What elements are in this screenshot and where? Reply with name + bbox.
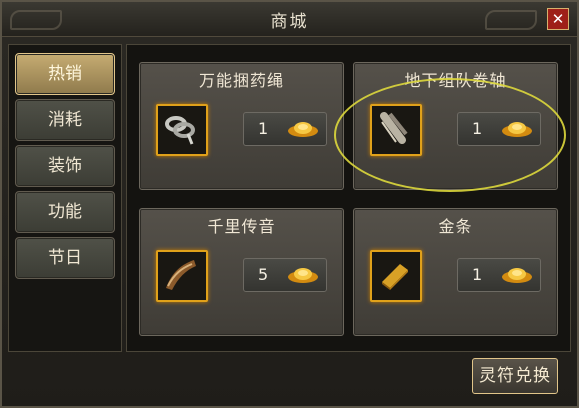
- gold-ingot-icon: [288, 268, 318, 283]
- price-value: 1: [472, 265, 483, 284]
- close-icon: ✕: [551, 10, 565, 28]
- horn-icon: [166, 260, 196, 290]
- item-name: 金条: [438, 217, 473, 236]
- item-card-rope[interactable]: 万能捆药绳 1: [139, 62, 344, 190]
- item-name: 地下组队卷轴: [404, 71, 507, 90]
- item-grid: 万能捆药绳 1 地下组队卷轴 1 千里传音 5 金条 1: [126, 44, 571, 352]
- shop-window: 商城 ✕ 热销 消耗 装饰 功能 节日 万能捆药绳 1 地下组队卷轴 1 千里传…: [0, 0, 579, 408]
- category-sidebar: 热销 消耗 装饰 功能 节日: [8, 44, 122, 352]
- gold-ingot-icon: [288, 122, 318, 137]
- price-value: 5: [258, 265, 269, 284]
- price-button[interactable]: 5: [243, 258, 327, 292]
- tab-decorations[interactable]: 装饰: [15, 145, 115, 187]
- tab-functions[interactable]: 功能: [15, 191, 115, 233]
- price-button[interactable]: 1: [243, 112, 327, 146]
- item-name: 万能捆药绳: [198, 71, 284, 90]
- gold-ingot-icon: [502, 268, 532, 283]
- title-bar: 商城 ✕: [2, 2, 577, 37]
- window-title: 商城: [270, 12, 309, 32]
- talisman-exchange-button[interactable]: 灵符兑换: [472, 358, 558, 394]
- price-value: 1: [258, 119, 269, 138]
- gold-bar-icon: [382, 264, 408, 290]
- item-card-gold-bar[interactable]: 金条 1: [353, 208, 558, 336]
- price-value: 1: [472, 119, 483, 138]
- item-slot[interactable]: [370, 104, 422, 156]
- item-card-horn[interactable]: 千里传音 5: [139, 208, 344, 336]
- tab-consumables[interactable]: 消耗: [15, 99, 115, 141]
- item-slot[interactable]: [156, 250, 208, 302]
- item-card-scroll[interactable]: 地下组队卷轴 1: [353, 62, 558, 190]
- close-button[interactable]: ✕: [547, 8, 569, 30]
- price-button[interactable]: 1: [457, 258, 541, 292]
- item-slot[interactable]: [156, 104, 208, 156]
- tab-hot-sales[interactable]: 热销: [15, 53, 115, 95]
- item-slot[interactable]: [370, 250, 422, 302]
- gold-ingot-icon: [502, 122, 532, 137]
- rope-icon: [165, 116, 195, 145]
- item-name: 千里传音: [207, 217, 276, 236]
- price-button[interactable]: 1: [457, 112, 541, 146]
- scroll-icon: [380, 112, 408, 144]
- tab-festival[interactable]: 节日: [15, 237, 115, 279]
